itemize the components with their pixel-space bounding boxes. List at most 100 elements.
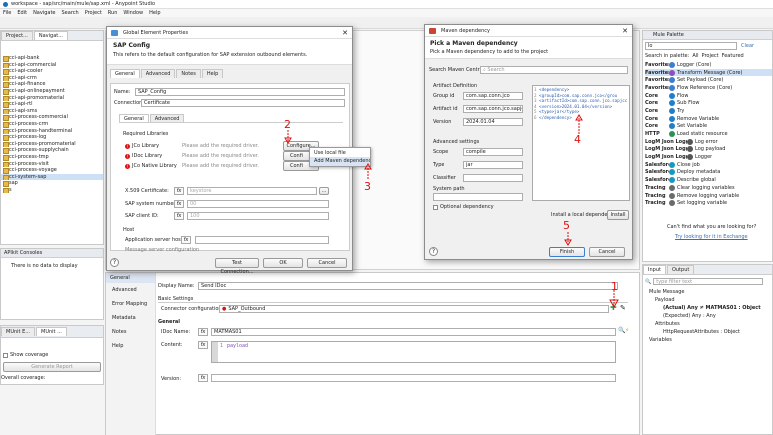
install-button[interactable]: Install	[607, 210, 629, 220]
tab-munit-errors[interactable]: MUnit E...	[1, 327, 36, 336]
lightning-icon[interactable]: ⚡	[625, 327, 629, 334]
type-input[interactable]: jar	[463, 161, 523, 169]
project-tree-item[interactable]: cci-process-log	[1, 134, 103, 141]
props-tab-help[interactable]: Help	[106, 339, 155, 353]
palette-item[interactable]: Salesforce Describe global	[645, 176, 772, 184]
classifier-input[interactable]	[463, 174, 523, 182]
tab-output[interactable]: Output	[666, 265, 695, 274]
palette-item[interactable]: Core Remove Variable	[645, 115, 772, 123]
display-name-input[interactable]: Send IDoc	[198, 282, 618, 290]
project-tree-item[interactable]: cci-process-tmp	[1, 154, 103, 161]
x509-fx-toggle[interactable]: fx	[174, 187, 184, 195]
apphost-fx-toggle[interactable]: fx	[181, 236, 191, 244]
project-tree-item[interactable]: cci-process-supplychain	[1, 147, 103, 154]
artifact-id-input[interactable]: com.sap.conn.jco.sapjco3	[463, 105, 523, 113]
ok-button[interactable]: OK	[263, 258, 303, 268]
optional-checkbox[interactable]	[433, 204, 438, 210]
project-tree-item[interactable]: sap	[1, 180, 103, 187]
idoc-name-input[interactable]: MATMAS01	[211, 328, 616, 336]
sysnum-input[interactable]: 00	[187, 200, 329, 208]
project-tree-item[interactable]: cci-api-bank	[1, 55, 103, 62]
props-tab-advanced[interactable]: Advanced	[106, 283, 155, 297]
tab-input[interactable]: Input	[643, 265, 666, 274]
palette-item[interactable]: Favorites Transform Message (Core)	[645, 68, 772, 77]
exchange-link[interactable]: Try looking for it in Exchange	[675, 234, 748, 240]
tree-payload[interactable]: Payload	[643, 296, 772, 304]
cancel-button[interactable]: Cancel	[307, 258, 347, 268]
gep-tab-help[interactable]: Help	[201, 69, 224, 78]
palette-item[interactable]: Core Try	[645, 107, 772, 115]
palette-item[interactable]: Core Set Variable	[645, 123, 772, 131]
menu-search[interactable]: Search	[59, 10, 82, 16]
palette-tab-featured[interactable]: Featured	[722, 53, 744, 59]
palette-item[interactable]: Favorites Flow Reference (Core)	[645, 84, 772, 92]
tab-munit[interactable]: MUnit ...	[36, 327, 67, 336]
palette-tab-all[interactable]: All	[692, 53, 698, 59]
client-id-input[interactable]: 100	[187, 212, 329, 220]
client-fx-toggle[interactable]: fx	[174, 212, 184, 220]
help-icon[interactable]: ?	[110, 258, 119, 267]
palette-item[interactable]: Salesforce Close job	[645, 161, 772, 169]
app-server-host-input[interactable]	[195, 236, 329, 244]
menu-project[interactable]: Project	[82, 10, 105, 16]
palette-item[interactable]: Tracing Clear logging variables	[645, 184, 772, 192]
palette-item[interactable]: Tracing Remove logging variable	[645, 192, 772, 200]
tree-attributes[interactable]: Attributes	[643, 320, 772, 328]
project-tree-item[interactable]: cci-api-onlinepayment	[1, 88, 103, 95]
system-path-input[interactable]	[433, 193, 523, 201]
project-tree-item[interactable]: cci-process-promomaterial	[1, 141, 103, 148]
palette-item[interactable]: Tracing Set logging variable	[645, 199, 772, 207]
browse-button[interactable]: …	[319, 187, 329, 195]
gep-tab-advanced[interactable]: Advanced	[140, 69, 176, 78]
generate-report-button[interactable]: Generate Report	[3, 362, 101, 372]
version-input[interactable]: 2024.01.04	[463, 118, 523, 126]
palette-item[interactable]: HTTP Load static resource	[645, 130, 772, 138]
project-tree-item[interactable]: cci-api-rtl	[1, 101, 103, 108]
maven-close-icon[interactable]: ✕	[622, 25, 628, 37]
project-tree-item[interactable]: cci-api-finance	[1, 81, 103, 88]
gep-tab-general[interactable]: General	[110, 69, 140, 78]
finish-button[interactable]: Finish	[549, 247, 585, 257]
project-tree-item[interactable]: cci-api-promomaterial	[1, 95, 103, 102]
palette-item[interactable]: Favorites Set Payload (Core)	[645, 76, 772, 84]
idoc-fx-toggle[interactable]: fx	[198, 328, 208, 336]
palette-item[interactable]: Favorites Logger (Core)	[645, 61, 772, 69]
x509-input[interactable]: keystore	[187, 187, 317, 195]
gep-connection-select[interactable]: Certificate	[141, 99, 345, 107]
menu-run[interactable]: Run	[105, 10, 121, 16]
version-input[interactable]	[211, 374, 616, 382]
project-tree-item[interactable]: cci-process-visit	[1, 161, 103, 168]
menu-window[interactable]: Window	[120, 10, 146, 16]
project-tree-item[interactable]: cci-api-cooler	[1, 68, 103, 75]
palette-item[interactable]: Core Sub Flow	[645, 99, 772, 107]
menu-edit[interactable]: Edit	[14, 10, 30, 16]
project-tree-item[interactable]: cci-api-crm	[1, 75, 103, 82]
palette-item[interactable]: Salesforce Deploy metadata	[645, 169, 772, 177]
content-editor[interactable]: 1 payload	[211, 341, 616, 363]
tab-navigator[interactable]: Navigat...	[33, 31, 68, 40]
project-tree-item[interactable]: s	[1, 187, 103, 194]
menu-add-maven-dependency[interactable]: Add Maven dependency	[310, 157, 370, 166]
sysnum-fx-toggle[interactable]: fx	[174, 200, 184, 208]
menu-use-local-file[interactable]: Use local file	[310, 148, 370, 157]
props-tab-error-mapping[interactable]: Error Mapping	[106, 297, 155, 311]
palette-tab-project[interactable]: Project	[702, 53, 719, 59]
maven-cancel-button[interactable]: Cancel	[589, 247, 625, 257]
project-tree-item[interactable]: cci-api-sms	[1, 108, 103, 115]
content-fx-toggle[interactable]: fx	[198, 341, 208, 349]
maven-help-icon[interactable]: ?	[429, 247, 438, 256]
palette-search-input[interactable]: lo	[645, 42, 737, 50]
menu-file[interactable]: File	[0, 10, 14, 16]
palette-item[interactable]: LogM Json Logger Logger	[645, 153, 772, 161]
maven-search-input[interactable]: ⌕ Search	[480, 66, 628, 74]
gep-name-input[interactable]: SAP_Config	[135, 88, 345, 96]
close-icon[interactable]: ✕	[342, 27, 348, 39]
props-tab-general[interactable]: General	[106, 273, 155, 283]
menu-help[interactable]: Help	[146, 10, 163, 16]
test-connection-button[interactable]: Test Connection...	[215, 258, 259, 275]
scope-select[interactable]: compile	[463, 148, 523, 156]
tab-project-explorer[interactable]: Project...	[1, 31, 33, 40]
palette-item[interactable]: Core Flow	[645, 92, 772, 100]
palette-clear-link[interactable]: Clear	[741, 43, 754, 49]
props-tab-metadata[interactable]: Metadata	[106, 311, 155, 325]
